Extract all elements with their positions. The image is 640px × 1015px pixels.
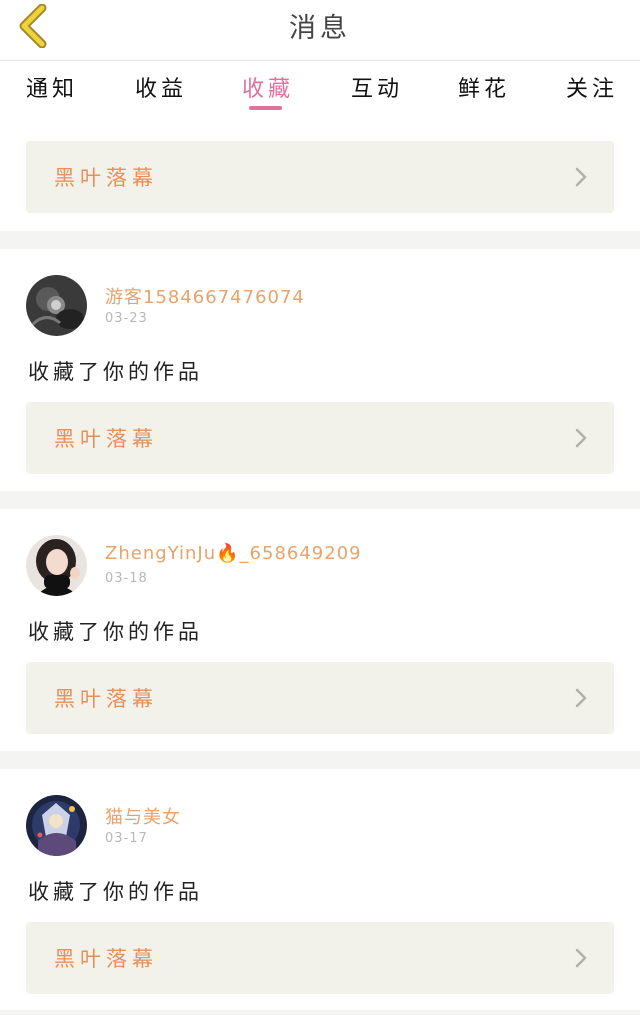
chevron-right-icon <box>574 166 588 188</box>
message-date: 03-23 <box>105 311 148 326</box>
tab-follows[interactable]: 关注 <box>566 71 618 116</box>
section-gap <box>0 1010 640 1015</box>
message-date: 03-17 <box>105 831 148 846</box>
work-title: 黑叶落幕 <box>54 947 158 971</box>
work-card[interactable]: 黑叶落幕 <box>26 922 614 994</box>
avatar-dark-photo <box>26 275 87 336</box>
header-bar: 消息 <box>0 0 640 60</box>
work-title: 黑叶落幕 <box>54 687 158 711</box>
avatar-girl-photo <box>26 535 87 596</box>
action-text: 收藏了你的作品 <box>28 880 203 904</box>
message-date: 03-18 <box>105 571 148 586</box>
tab-earnings[interactable]: 收益 <box>135 71 187 116</box>
username[interactable]: 游客1584667476074 <box>105 283 305 309</box>
avatar[interactable] <box>26 795 87 856</box>
tab-interactions[interactable]: 互动 <box>351 71 403 116</box>
chevron-right-icon <box>574 427 588 449</box>
avatar[interactable] <box>26 275 87 336</box>
tab-bar: 通知 收益 收藏 互动 鲜花 关注 <box>0 61 640 116</box>
section-gap <box>0 231 640 249</box>
section-gap <box>0 751 640 769</box>
chevron-right-icon <box>574 947 588 969</box>
avatar[interactable] <box>26 535 87 596</box>
work-title: 黑叶落幕 <box>54 166 158 190</box>
message-page: 消息 通知 收益 收藏 互动 鲜花 关注 黑叶落幕 游客158466747607… <box>0 0 640 1015</box>
avatar-anime-photo <box>26 795 87 856</box>
work-title: 黑叶落幕 <box>54 427 158 451</box>
page-title: 消息 <box>289 13 351 44</box>
action-text: 收藏了你的作品 <box>28 360 203 384</box>
work-card[interactable]: 黑叶落幕 <box>26 402 614 474</box>
work-card-top[interactable]: 黑叶落幕 <box>26 141 614 213</box>
section-gap <box>0 491 640 509</box>
chevron-right-icon <box>574 687 588 709</box>
username[interactable]: 猫与美女 <box>105 803 181 829</box>
work-card[interactable]: 黑叶落幕 <box>26 662 614 734</box>
username[interactable]: ZhengYinJu🔥_658649209 <box>105 543 362 564</box>
tab-notifications[interactable]: 通知 <box>26 71 78 116</box>
action-text: 收藏了你的作品 <box>28 620 203 644</box>
active-tab-indicator <box>249 106 282 110</box>
tab-flowers[interactable]: 鲜花 <box>458 71 510 116</box>
